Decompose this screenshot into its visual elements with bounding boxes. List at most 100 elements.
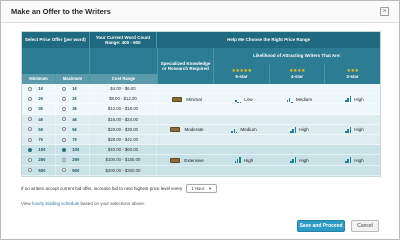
max-radio[interactable] [62,117,67,122]
cost-range: $12.00 - $18.00 [107,106,138,112]
table-header-top: Select Price Offer (per word) Your Curre… [22,32,380,48]
min-price: 10¢ [38,147,46,153]
signal-bars-icon [231,127,238,133]
likelihood-label: High [299,127,309,133]
min-radio[interactable] [28,106,33,111]
cancel-button[interactable]: Cancel [351,220,379,232]
price-offer-header: Select Price Offer (per word) [22,32,90,48]
cost-range: $8.00 - $12.00 [109,96,137,102]
book-stack-icon [170,157,181,163]
likelihood-label: Medium [240,127,257,133]
increase-bid-row: If no writers accept current bid offer, … [21,184,218,193]
dialog-header: Make an Offer to the Writers × [1,1,399,23]
cost-range-header: Cost Range [90,74,158,84]
save-proceed-button[interactable]: Save and Proceed [297,220,345,232]
signal-bars-icon [286,96,293,103]
word-count-header: Your Current Word Count Range: 400 - 600 [90,32,158,48]
likelihood-cell: Medium [216,115,272,146]
likelihood-cell: High [272,115,327,146]
min-price: 7¢ [38,137,44,143]
cost-range: $200.00 - $300.00 [105,167,141,173]
max-radio[interactable] [62,106,67,111]
signal-bars-icon [345,126,352,133]
likelihood-cell: High [216,145,272,176]
min-price: 3¢ [38,106,44,112]
max-price: 25¢ [72,157,80,163]
max-radio[interactable] [62,157,67,162]
cost-range: $28.00 - $42.00 [107,137,138,143]
book-stack-icon [172,96,183,102]
table-header-sub: Minimum Maximum Cost Range Specialized K… [22,48,380,84]
max-price: 7¢ [72,137,77,143]
max-radio[interactable] [62,168,67,173]
close-icon[interactable]: × [380,7,389,16]
book-stack-icon [170,127,181,133]
knowledge-tier: Moderate [158,115,216,146]
min-price: 1¢ [38,86,44,92]
signal-bars-icon [345,157,352,164]
likelihood-cell: High [272,145,327,176]
max-price: 1¢ [72,86,77,92]
interval-select[interactable]: 1 Hour ▼ [186,184,218,193]
likelihood-label: High [354,127,364,133]
signal-bars-icon [234,157,241,164]
likelihood-label: High [299,157,309,163]
min-price: 50¢ [38,167,46,173]
chevron-down-icon: ▼ [208,186,213,191]
signal-bars-icon [235,96,242,103]
likelihood-label: Medium [295,96,313,102]
tier-label: Minimal [186,96,202,102]
max-radio[interactable] [62,127,67,132]
help-choose-header: Help Me Choose the Right Price Range [227,37,311,43]
min-price: 25¢ [38,157,46,163]
likelihood-label: Low [244,96,253,102]
signal-bars-icon [345,96,352,103]
likelihood-cell: High [327,145,382,176]
min-radio[interactable] [28,157,33,162]
cost-range: $100.00 - $150.00 [105,157,141,163]
max-price: 50¢ [72,167,80,173]
min-radio[interactable] [28,96,33,101]
min-radio[interactable] [28,168,33,173]
increase-bid-text: If no writers accept current bid offer, … [21,186,183,191]
schedule-line: View hourly bidding schedule based on yo… [21,201,146,206]
cost-range: $4.00 - $6.00 [110,86,136,92]
cost-range: $16.00 - $24.00 [107,116,138,122]
cost-range: $20.00 - $30.00 [107,126,138,132]
max-price: 2¢ [72,96,77,102]
tier-label: Moderate [184,127,204,133]
table-body: 1¢ 1¢ $4.00 - $6.00 2¢ 2¢ $8.00 - $12.00 3¢ 3¢ $… [22,84,380,176]
max-radio[interactable] [62,86,67,91]
max-price: 5¢ [72,126,77,132]
tier-label: Extensive [184,157,204,163]
max-price: 3¢ [72,106,77,112]
likelihood-header: Likelihood of Attracting Writers That Ar… [253,53,341,59]
min-radio[interactable] [28,137,33,142]
likelihood-label: High [243,157,254,163]
min-radio[interactable] [28,127,33,132]
min-price: 4¢ [38,116,44,122]
likelihood-label: High [354,96,364,102]
minimum-header: Minimum [22,74,56,84]
price-table: Select Price Offer (per word) Your Curre… [21,31,381,177]
likelihood-cell: High [327,115,382,146]
likelihood-cell: Low [216,84,272,115]
min-radio[interactable] [28,86,33,91]
knowledge-tier: Extensive [158,145,216,176]
max-radio[interactable] [62,147,67,152]
max-price: 10¢ [72,147,80,153]
dialog-actions: Save and Proceed Cancel [297,220,379,232]
max-radio[interactable] [62,96,67,101]
hourly-schedule-link[interactable]: hourly bidding schedule [32,201,79,206]
max-radio[interactable] [62,137,67,142]
min-radio[interactable] [28,117,33,122]
three-star-header: ★★★ 3-star [346,67,359,79]
likelihood-label: High [354,157,364,163]
maximum-header: Maximum [56,74,90,84]
specialized-header: Specialized Knowledge or Research Requir… [158,48,214,84]
five-star-header: ★★★★★ 5-star [214,64,270,84]
offer-dialog: Make an Offer to the Writers × Select Pr… [0,0,400,240]
signal-bars-icon [290,157,297,164]
likelihood-cell: Medium [272,84,327,115]
min-radio[interactable] [28,147,33,152]
